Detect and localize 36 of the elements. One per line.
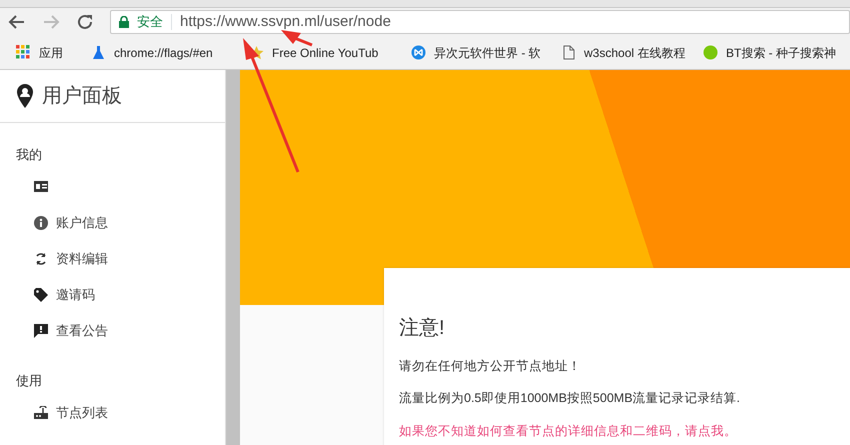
panel-title: 用户面板	[42, 84, 122, 109]
circle-logo-icon	[411, 45, 426, 60]
sidebar-item[interactable]: 邀请码	[0, 277, 225, 313]
sidebar-item[interactable]: 节点列表	[0, 395, 225, 431]
section-heading: 使用	[15, 372, 43, 390]
notice-text: 流量比例为0.5即使用1000MB按照500MB流量记录记录结算.	[399, 390, 742, 407]
lock-icon	[119, 16, 129, 28]
bookmark[interactable]: BT搜索 - 种子搜索神	[695, 44, 844, 62]
info-icon	[34, 216, 48, 230]
bookmark[interactable]: chrome://flags/#en	[83, 44, 241, 62]
back-icon[interactable]	[8, 13, 26, 31]
bookmark[interactable]: 应用	[8, 44, 83, 62]
bookmark[interactable]: 异次元软件世界 - 软	[403, 44, 553, 62]
sidebar-item[interactable]: 查看公告	[0, 313, 225, 349]
security-label: 安全	[137, 13, 163, 32]
location-pin-icon	[16, 84, 34, 108]
address-bar[interactable]: 安全 https://www.ssvpn.ml/user/node	[110, 10, 850, 34]
section-heading: 我的	[15, 146, 43, 164]
url-text: https://www.ssvpn.ml/user/node	[180, 12, 391, 32]
circle-logo-icon	[703, 45, 718, 60]
sidebar-item[interactable]: 账户信息	[0, 205, 225, 241]
notice-text: 请勿在任何地方公开节点地址！	[399, 358, 582, 375]
notice-heading: 注意!	[399, 316, 446, 341]
router-icon	[34, 406, 48, 420]
sidebar-item[interactable]: 资料编辑	[0, 241, 225, 277]
exclamation-message-icon	[34, 324, 48, 338]
sync-icon	[34, 252, 48, 266]
tag-icon	[34, 288, 48, 302]
bookmark[interactable]: w3school 在线教程	[553, 44, 695, 62]
apps-icon	[16, 45, 31, 60]
id-card-icon[interactable]	[34, 180, 48, 194]
help-link[interactable]: 如果您不知道如何查看节点的详细信息和二维码，请点我。	[399, 424, 737, 438]
scrollbar[interactable]	[225, 70, 240, 445]
reload-icon[interactable]	[76, 13, 94, 31]
document-icon	[561, 45, 576, 60]
flask-icon	[91, 45, 106, 60]
